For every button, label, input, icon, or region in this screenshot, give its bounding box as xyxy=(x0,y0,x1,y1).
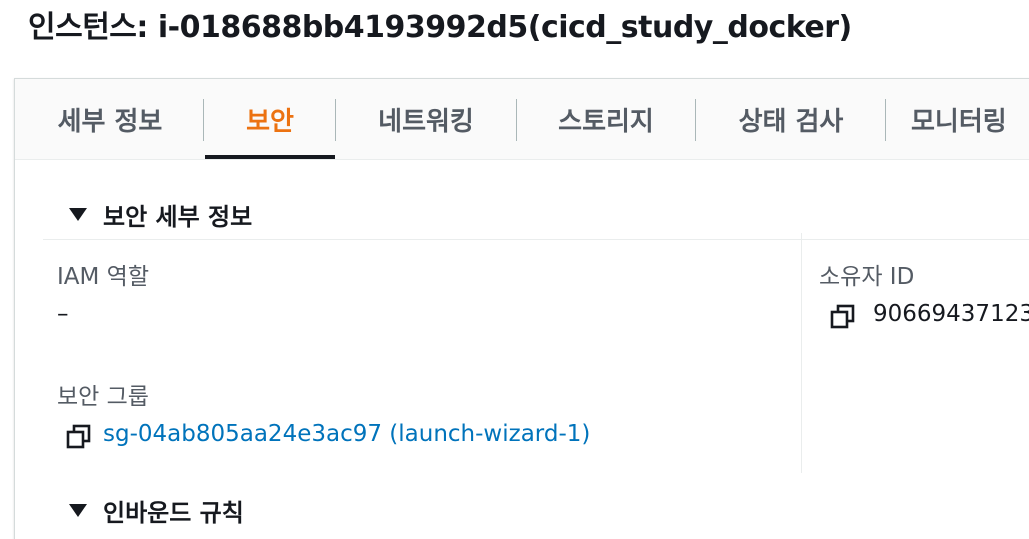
tab-storage[interactable]: 스토리지 xyxy=(517,79,695,159)
active-tab-indicator xyxy=(205,155,335,159)
tab-monitoring[interactable]: 모니터링 xyxy=(911,79,1029,159)
caret-down-icon xyxy=(69,208,87,221)
inbound-rules-title: 인바운드 규칙 xyxy=(103,499,244,527)
inbound-rules-header[interactable]: 인바운드 규칙 xyxy=(65,493,244,528)
tab-details[interactable]: 세부 정보 xyxy=(25,79,195,159)
column-divider xyxy=(801,233,802,473)
tab-bar: 세부 정보 보안 네트워킹 스토리지 상태 검사 모니터링 xyxy=(15,79,1029,160)
owner-id-value: 906694371234 xyxy=(873,301,1029,327)
iam-role-value: – xyxy=(57,301,69,327)
section-divider xyxy=(43,239,1029,240)
tab-status-checks[interactable]: 상태 검사 xyxy=(697,79,885,159)
tab-separator xyxy=(885,99,886,141)
tab-networking[interactable]: 네트워킹 xyxy=(337,79,515,159)
copy-icon[interactable] xyxy=(65,423,93,451)
tab-security[interactable]: 보안 xyxy=(205,79,335,159)
page-title: 인스턴스: i-018688bb4193992d5(cicd_study_doc… xyxy=(28,10,852,45)
iam-role-label: IAM 역할 xyxy=(57,264,149,290)
copy-icon[interactable] xyxy=(829,303,857,331)
tab-separator xyxy=(695,99,696,141)
tab-separator xyxy=(203,99,204,141)
security-details-header[interactable]: 보안 세부 정보 xyxy=(65,197,252,232)
security-group-link[interactable]: sg-04ab805aa24e3ac97 (launch-wizard-1) xyxy=(103,421,590,447)
instance-detail-panel: 세부 정보 보안 네트워킹 스토리지 상태 검사 모니터링 보안 세부 정보 I… xyxy=(14,78,1029,539)
security-group-label: 보안 그룹 xyxy=(57,384,149,410)
owner-id-label: 소유자 ID xyxy=(819,264,915,290)
caret-down-icon xyxy=(69,504,87,517)
tab-separator xyxy=(335,99,336,141)
security-details-title: 보안 세부 정보 xyxy=(103,203,253,231)
